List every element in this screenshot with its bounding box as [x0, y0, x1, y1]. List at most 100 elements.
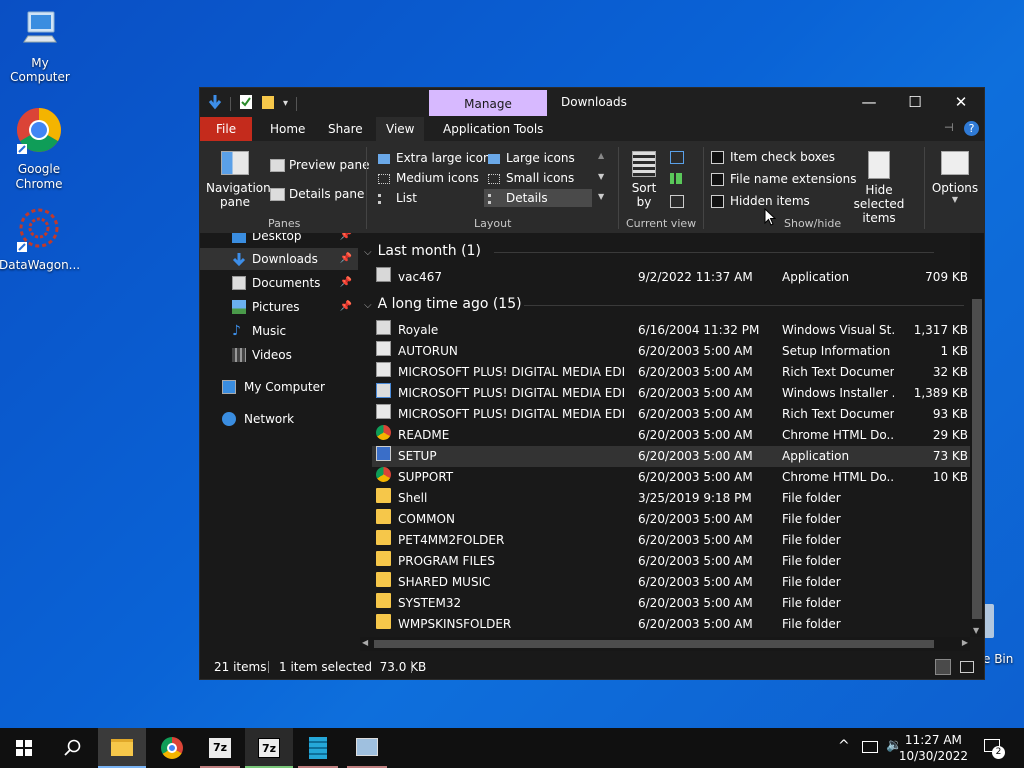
table-row[interactable]: COMMON 6/20/2003 5:00 AM File folder	[372, 509, 970, 530]
customize-qat-icon[interactable]: ▾	[283, 98, 288, 109]
show-hidden-icons-chevron-icon[interactable]: ^	[838, 738, 850, 754]
layout-scroll-up-icon[interactable]: ▲	[598, 151, 604, 160]
vertical-scrollbar[interactable]: ▼	[970, 233, 984, 637]
recycle-bin-label: e Bin	[983, 652, 1014, 666]
explorer-window: ▾ Manage Downloads — ☐ ✕ File Home Share…	[199, 87, 985, 680]
down-arrow-icon[interactable]	[208, 94, 222, 113]
layout-extra-large-icons[interactable]: Extra large icons	[378, 151, 497, 165]
table-row-selected[interactable]: SETUP 6/20/2003 5:00 AM Application 73 KB	[372, 446, 970, 467]
layout-details-label[interactable]: Details	[488, 191, 548, 205]
help-icon[interactable]: ?	[964, 121, 979, 136]
rtf-icon	[376, 362, 391, 377]
desktop-icon-chrome[interactable]: Google Chrome	[0, 106, 79, 192]
table-row[interactable]: README 6/20/2003 5:00 AM Chrome HTML Do...…	[372, 425, 970, 446]
table-row[interactable]: PET4MM2FOLDER 6/20/2003 5:00 AM File folde…	[372, 530, 970, 551]
layout-large-icons[interactable]: Large icons	[488, 151, 575, 165]
sidebar-item-documents[interactable]: Documents 📌	[200, 272, 358, 294]
sort-by-button[interactable]: Sort by	[628, 147, 660, 213]
search-button[interactable]	[48, 728, 96, 768]
preview-pane-button[interactable]: Preview pane	[270, 158, 369, 172]
sidebar-item-downloads[interactable]: Downloads 📌	[200, 248, 358, 270]
network-status-icon[interactable]	[862, 741, 878, 753]
layout-medium-icons[interactable]: Medium icons	[378, 171, 479, 185]
tab-share[interactable]: Share	[318, 117, 373, 141]
file-list: ⌵ Last month (1) vac467 9/2/2022 11:37 AM…	[360, 233, 984, 651]
table-row[interactable]: vac467 9/2/2022 11:37 AM Application 709…	[372, 267, 970, 288]
windows-icon	[16, 740, 32, 756]
tab-file[interactable]: File	[200, 117, 253, 141]
tab-application-tools[interactable]: Application Tools	[433, 117, 553, 141]
pin-icon: 📌	[339, 253, 352, 264]
table-row[interactable]: MICROSOFT PLUS! DIGITAL MEDIA EDITI... 6/…	[372, 383, 970, 404]
app-icon	[376, 267, 391, 282]
size-columns-icon[interactable]	[670, 195, 684, 208]
layout-scroll-down-icon[interactable]: ▼	[598, 172, 604, 181]
pin-ribbon-icon[interactable]: ⊣	[944, 121, 954, 134]
maximize-button[interactable]: ☐	[892, 88, 938, 117]
small-icons-icon	[488, 173, 500, 184]
action-center-button[interactable]: 2	[982, 736, 1005, 759]
details-pane-button[interactable]: Details pane	[270, 187, 364, 201]
taskbar-7zip-2[interactable]: 7z	[245, 728, 293, 768]
horizontal-scrollbar[interactable]: ◀ ▶	[360, 637, 970, 651]
tab-home[interactable]: Home	[260, 117, 315, 141]
table-row[interactable]: SYSTEM32 6/20/2003 5:00 AM File folder	[372, 593, 970, 614]
sidebar-item-music[interactable]: ♪ Music	[200, 320, 358, 342]
new-folder-icon[interactable]	[261, 94, 275, 113]
file-name-extensions-checkbox[interactable]	[711, 173, 724, 186]
vertical-scrollbar-thumb[interactable]	[972, 299, 982, 619]
desktop-icon-my-computer[interactable]: My Computer	[0, 8, 80, 84]
file-explorer-icon	[111, 739, 133, 756]
start-button[interactable]	[0, 728, 48, 768]
layout-more-icon[interactable]: ▼	[598, 192, 604, 201]
system-clock[interactable]: 11:27 AM 10/30/2022	[899, 732, 968, 764]
group-header-long-time-ago[interactable]: ⌵ A long time ago (15)	[364, 296, 964, 312]
table-row[interactable]: SUPPORT 6/20/2003 5:00 AM Chrome HTML Do..…	[372, 467, 970, 488]
videos-icon	[232, 348, 246, 362]
options-button[interactable]: Options ▼	[930, 147, 980, 213]
table-row[interactable]: WMPSKINSFOLDER 6/20/2003 5:00 AM File fold…	[372, 614, 970, 635]
table-row[interactable]: MICROSOFT PLUS! DIGITAL MEDIA EDITI... 6/…	[372, 362, 970, 383]
table-row[interactable]: Shell 3/25/2019 9:18 PM File folder	[372, 488, 970, 509]
details-view-icon[interactable]	[935, 659, 951, 675]
desktop-icon-datawagon[interactable]: DataWagon...	[0, 206, 81, 272]
manage-context-tab[interactable]: Manage	[429, 90, 547, 116]
table-row[interactable]: SHARED MUSIC 6/20/2003 5:00 AM File folder	[372, 572, 970, 593]
horizontal-scrollbar-thumb[interactable]	[374, 640, 934, 648]
group-by-icon[interactable]	[670, 151, 684, 164]
sidebar-item-my-computer[interactable]: My Computer	[200, 376, 358, 398]
table-row[interactable]: AUTORUN 6/20/2003 5:00 AM Setup Informatio…	[372, 341, 970, 362]
add-columns-icon[interactable]	[670, 173, 682, 184]
hide-selected-items-button[interactable]: Hide selected items	[842, 147, 916, 225]
desktop-icon-label: DataWagon...	[0, 258, 81, 272]
taskbar-chrome[interactable]	[148, 728, 196, 768]
layout-list[interactable]: List	[378, 191, 417, 205]
table-row[interactable]: Royale 6/16/2004 11:32 PM Windows Visual S…	[372, 320, 970, 341]
minimize-button[interactable]: —	[846, 88, 892, 117]
taskbar-network-app[interactable]	[343, 728, 391, 768]
navigation-pane-button[interactable]: Navigation pane	[206, 147, 271, 213]
layout-small-icons[interactable]: Small icons	[488, 171, 574, 185]
scroll-down-icon[interactable]: ▼	[973, 626, 979, 635]
scroll-right-icon[interactable]: ▶	[962, 638, 968, 647]
sidebar-item-videos[interactable]: Videos	[200, 344, 358, 366]
ribbon-separator	[703, 147, 704, 229]
item-check-boxes-checkbox[interactable]	[711, 151, 724, 164]
close-button[interactable]: ✕	[938, 88, 984, 117]
sidebar-item-network[interactable]: Network	[200, 408, 358, 430]
sidebar-item-pictures[interactable]: Pictures 📌	[200, 296, 358, 318]
group-header-last-month[interactable]: ⌵ Last month (1)	[364, 243, 934, 259]
hidden-items-checkbox[interactable]	[711, 195, 724, 208]
properties-icon[interactable]	[239, 94, 253, 113]
taskbar-7zip[interactable]: 7z	[196, 728, 244, 768]
taskbar-file-explorer[interactable]	[98, 728, 146, 768]
taskbar-building-app[interactable]	[294, 728, 342, 768]
table-row[interactable]: MICROSOFT PLUS! DIGITAL MEDIA EDITI... 6/…	[372, 404, 970, 425]
sidebar-item-desktop[interactable]: Desktop 📌	[200, 233, 358, 247]
large-icons-view-icon[interactable]	[960, 661, 974, 673]
large-icons-icon	[488, 153, 500, 164]
title-bar[interactable]: ▾ Manage Downloads — ☐ ✕	[200, 88, 984, 117]
tab-view[interactable]: View	[376, 117, 425, 141]
scroll-left-icon[interactable]: ◀	[362, 638, 368, 647]
table-row[interactable]: PROGRAM FILES 6/20/2003 5:00 AM File folde…	[372, 551, 970, 572]
